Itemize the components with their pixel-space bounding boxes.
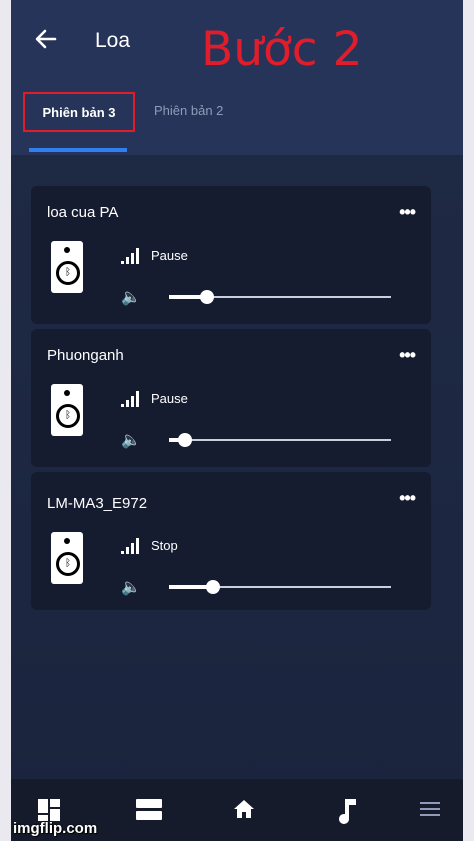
tab-label: Phiên bản 3 bbox=[42, 105, 116, 120]
bottom-nav: imgflip.com bbox=[11, 779, 463, 841]
volume-slider[interactable] bbox=[169, 433, 391, 447]
signal-icon bbox=[121, 538, 143, 554]
speaker-icon bbox=[51, 241, 83, 293]
volume-knob[interactable] bbox=[178, 433, 192, 447]
top-bar: Loa Bước 2 Phiên bản 3 Phiên bản 2 bbox=[11, 0, 463, 155]
music-note-icon[interactable] bbox=[333, 797, 363, 827]
playback-status: Stop bbox=[151, 538, 178, 553]
page-title: Loa bbox=[95, 29, 131, 52]
home-icon[interactable] bbox=[229, 797, 259, 827]
more-options-button[interactable]: ••• bbox=[399, 202, 416, 223]
app-frame: Loa Bước 2 Phiên bản 3 Phiên bản 2 loa c… bbox=[11, 0, 463, 841]
speaker-name: LM-MA3_E972 bbox=[47, 495, 148, 512]
tab-version-3[interactable]: Phiên bản 3 bbox=[23, 92, 135, 132]
arrow-left-icon bbox=[35, 29, 57, 49]
menu-icon[interactable] bbox=[415, 797, 445, 827]
volume-slider[interactable] bbox=[169, 290, 391, 304]
signal-icon bbox=[121, 248, 143, 264]
speaker-name: Phuonganh bbox=[47, 347, 124, 364]
volume-icon: 🔈 bbox=[121, 432, 141, 449]
back-button[interactable] bbox=[33, 26, 63, 56]
volume-slider[interactable] bbox=[169, 580, 391, 594]
speaker-card[interactable]: Phuonganh ••• Pause 🔈 bbox=[31, 329, 431, 467]
more-options-button[interactable]: ••• bbox=[399, 488, 416, 509]
tab-version-2[interactable]: Phiên bản 2 bbox=[154, 103, 223, 118]
speaker-icon bbox=[51, 384, 83, 436]
speaker-card[interactable]: loa cua PA ••• Pause 🔈 bbox=[31, 186, 431, 324]
active-tab-indicator bbox=[29, 148, 127, 152]
watermark: imgflip.com bbox=[13, 820, 98, 837]
playback-status: Pause bbox=[151, 248, 188, 263]
volume-knob[interactable] bbox=[206, 580, 220, 594]
speaker-icon bbox=[51, 532, 83, 584]
signal-icon bbox=[121, 391, 143, 407]
speaker-name: loa cua PA bbox=[47, 204, 119, 221]
speaker-card[interactable]: LM-MA3_E972 ••• Stop 🔈 bbox=[31, 472, 431, 610]
step-annotation: Bước 2 bbox=[201, 22, 363, 77]
volume-icon: 🔈 bbox=[121, 289, 141, 306]
list-icon[interactable] bbox=[134, 797, 164, 827]
playback-status: Pause bbox=[151, 391, 188, 406]
more-options-button[interactable]: ••• bbox=[399, 345, 416, 366]
volume-knob[interactable] bbox=[200, 290, 214, 304]
volume-icon: 🔈 bbox=[121, 579, 141, 596]
